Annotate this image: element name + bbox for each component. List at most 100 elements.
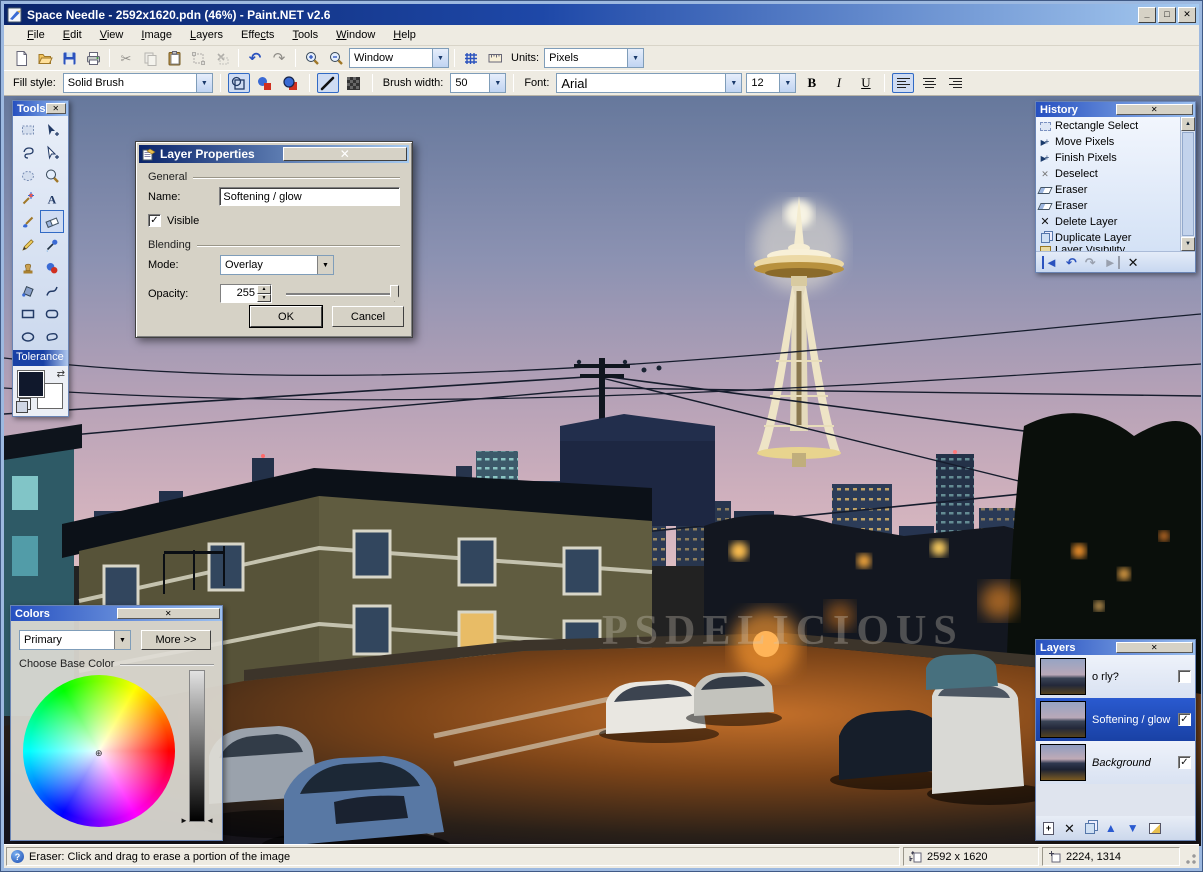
- cut-button[interactable]: ✂: [115, 48, 137, 68]
- pencil-tool[interactable]: [16, 233, 40, 256]
- history-item[interactable]: Delete Layer: [1036, 214, 1180, 230]
- swap-colors-icon[interactable]: ⇄: [57, 369, 65, 380]
- ruler-toggle-button[interactable]: [484, 48, 506, 68]
- layer-visible-checkbox[interactable]: ✓: [1178, 756, 1191, 769]
- zoom-tool[interactable]: [40, 164, 64, 187]
- layer-row-selected[interactable]: Softening / glow ✓: [1036, 698, 1195, 741]
- history-item[interactable]: Move Pixels: [1036, 134, 1180, 150]
- title-bar[interactable]: Space Needle - 2592x1620.pdn (46%) - Pai…: [4, 4, 1199, 25]
- save-button[interactable]: [58, 48, 80, 68]
- freeform-shape-tool[interactable]: [40, 325, 64, 348]
- close-icon[interactable]: ✕: [116, 608, 220, 619]
- grid-toggle-button[interactable]: [460, 48, 482, 68]
- close-button[interactable]: ✕: [1178, 6, 1196, 23]
- font-size-dropdown[interactable]: 12 ▼: [746, 73, 797, 93]
- menu-file[interactable]: File: [18, 26, 54, 44]
- deselect-button[interactable]: [211, 48, 233, 68]
- minimize-button[interactable]: _: [1138, 6, 1156, 23]
- shape-outline-button[interactable]: [227, 73, 250, 93]
- align-center-button[interactable]: [918, 73, 940, 93]
- rounded-rectangle-tool[interactable]: [40, 302, 64, 325]
- move-layer-up-button[interactable]: ▲: [1105, 822, 1117, 834]
- paintbrush-tool[interactable]: [16, 210, 40, 233]
- close-icon[interactable]: ✕: [1115, 642, 1193, 653]
- dialog-titlebar[interactable]: Layer Properties ✕: [139, 145, 409, 163]
- move-pixels-tool[interactable]: [40, 118, 64, 141]
- color-target-dropdown[interactable]: Primary ▼: [19, 630, 131, 650]
- layer-row[interactable]: Background ✓: [1036, 741, 1195, 784]
- more-button[interactable]: More >>: [141, 630, 211, 650]
- undo-button[interactable]: ↶: [1066, 256, 1077, 269]
- ok-button[interactable]: OK: [249, 305, 323, 328]
- layer-visible-checkbox[interactable]: ✓: [1178, 713, 1191, 726]
- close-icon[interactable]: ✕: [45, 103, 66, 114]
- magic-wand-tool[interactable]: [16, 187, 40, 210]
- menu-tools[interactable]: Tools: [283, 26, 327, 44]
- rewind-all-button[interactable]: ◄: [1042, 255, 1058, 269]
- history-item[interactable]: Finish Pixels: [1036, 150, 1180, 166]
- scroll-down-icon[interactable]: ▼: [1181, 237, 1195, 251]
- recolor-tool[interactable]: [40, 256, 64, 279]
- undo-button[interactable]: ↶: [244, 48, 266, 68]
- tools-palette-titlebar[interactable]: Tools ✕: [13, 101, 68, 116]
- canvas-area[interactable]: PSDELICIOUS Tools ✕ A Tolerance ⇄ Layer …: [4, 96, 1201, 846]
- move-layer-down-button[interactable]: ▼: [1127, 822, 1139, 834]
- fill-style-dropdown[interactable]: Solid Brush ▼: [62, 73, 213, 93]
- history-item[interactable]: Layer Visibility: [1036, 246, 1180, 251]
- redo-button[interactable]: ↷: [1085, 256, 1096, 269]
- menu-window[interactable]: Window: [327, 26, 384, 44]
- menu-effects[interactable]: Effects: [232, 26, 283, 44]
- move-selection-tool[interactable]: [40, 141, 64, 164]
- opacity-slider[interactable]: [286, 284, 399, 302]
- antialias-button[interactable]: [316, 73, 339, 93]
- close-icon[interactable]: ✕: [1115, 104, 1193, 115]
- visible-checkbox[interactable]: ✓: [148, 214, 161, 227]
- italic-button[interactable]: I: [827, 73, 850, 93]
- scrollbar-thumb[interactable]: [1182, 132, 1194, 236]
- primary-color-swatch[interactable]: [17, 370, 45, 398]
- align-right-button[interactable]: [944, 73, 966, 93]
- shape-interior-button[interactable]: [254, 73, 276, 93]
- maximize-button[interactable]: □: [1158, 6, 1176, 23]
- menu-image[interactable]: Image: [132, 26, 181, 44]
- blend-mode-dropdown[interactable]: Overlay ▼: [220, 255, 334, 275]
- value-slider[interactable]: [189, 670, 205, 822]
- menu-help[interactable]: Help: [384, 26, 425, 44]
- ellipse-tool[interactable]: [16, 325, 40, 348]
- print-button[interactable]: [82, 48, 104, 68]
- rectangle-select-tool[interactable]: [16, 118, 40, 141]
- shape-both-button[interactable]: [280, 73, 302, 93]
- underline-button[interactable]: U: [854, 73, 877, 93]
- open-button[interactable]: [34, 48, 56, 68]
- layer-properties-button[interactable]: [1148, 822, 1161, 834]
- menu-view[interactable]: View: [91, 26, 133, 44]
- lasso-select-tool[interactable]: [16, 141, 40, 164]
- menu-edit[interactable]: Edit: [54, 26, 91, 44]
- clone-stamp-tool[interactable]: [16, 256, 40, 279]
- swatch-mode-icon[interactable]: [16, 401, 28, 413]
- history-item[interactable]: Eraser: [1036, 198, 1180, 214]
- delete-history-button[interactable]: ✕: [1128, 256, 1139, 269]
- color-picker-tool[interactable]: [40, 233, 64, 256]
- paint-bucket-tool[interactable]: [16, 279, 40, 302]
- new-button[interactable]: [10, 48, 32, 68]
- eraser-tool[interactable]: [40, 210, 64, 233]
- brush-width-dropdown[interactable]: 50 ▼: [450, 73, 507, 93]
- align-left-button[interactable]: [892, 73, 915, 93]
- rectangle-tool[interactable]: [16, 302, 40, 325]
- crop-button[interactable]: [187, 48, 209, 68]
- history-item[interactable]: Eraser: [1036, 182, 1180, 198]
- paste-button[interactable]: [163, 48, 185, 68]
- history-item[interactable]: Rectangle Select: [1036, 118, 1180, 134]
- cancel-button[interactable]: Cancel: [332, 306, 404, 327]
- alpha-blend-button[interactable]: [343, 73, 365, 93]
- value-slider-markers[interactable]: ► ◄: [180, 816, 214, 825]
- history-item[interactable]: Duplicate Layer: [1036, 230, 1180, 246]
- opacity-spinner[interactable]: 255 ▲ ▼: [220, 284, 272, 303]
- layer-name-input[interactable]: [219, 187, 400, 206]
- history-scrollbar[interactable]: ▲ ▼: [1180, 117, 1195, 251]
- history-palette-titlebar[interactable]: History ✕: [1036, 102, 1195, 117]
- history-item[interactable]: Deselect: [1036, 166, 1180, 182]
- redo-button[interactable]: ↷: [268, 48, 290, 68]
- layer-row[interactable]: o rly? ✓: [1036, 655, 1195, 698]
